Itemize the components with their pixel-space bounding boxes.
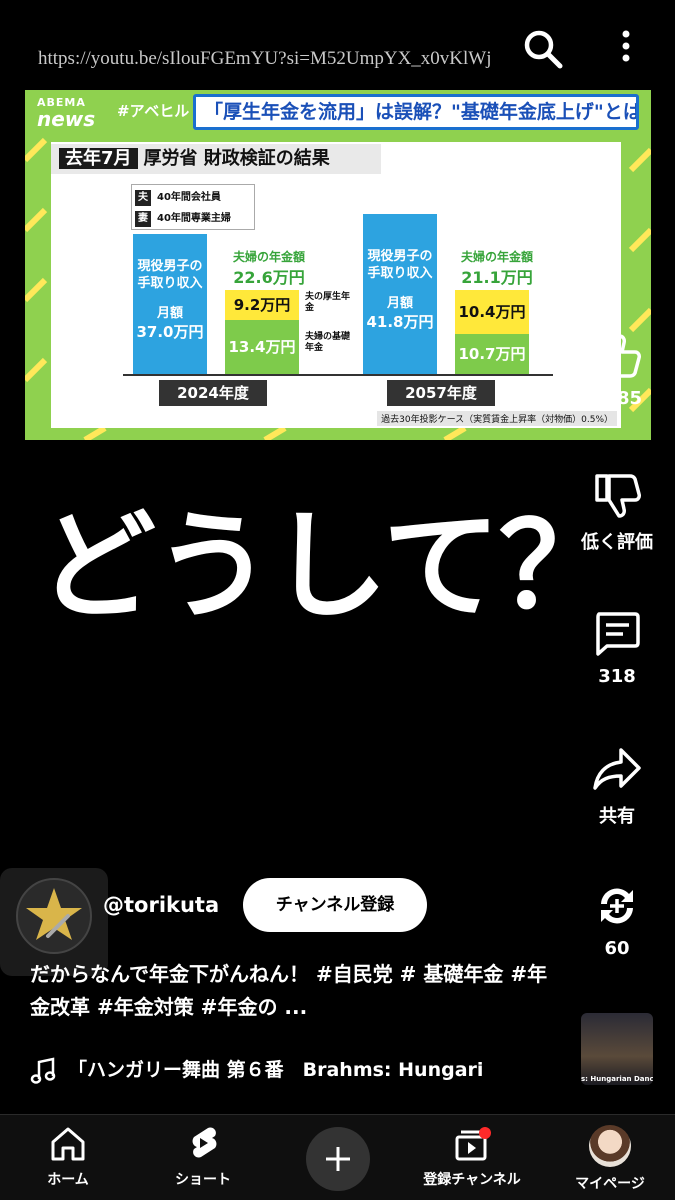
subscribe-button[interactable]: チャンネル登録 bbox=[243, 878, 427, 932]
dislike-button[interactable]: 低く評価 bbox=[572, 470, 662, 554]
more-vert-icon[interactable] bbox=[604, 26, 648, 70]
share-button[interactable]: 共有 bbox=[572, 744, 662, 828]
url-overlay: https://youtu.be/sIlouFGEmYU?si=M52UmpYX… bbox=[38, 48, 492, 69]
basic-bar-2057: 10.7万円 bbox=[455, 334, 529, 374]
music-title: 「ハンガリー舞曲 第６番 Brahms: Hungari bbox=[68, 1059, 484, 1081]
pension-label-2024: 夫婦の年金額 bbox=[232, 250, 305, 264]
remix-count: 60 bbox=[604, 938, 630, 959]
share-icon bbox=[593, 748, 641, 790]
shorts-icon bbox=[192, 1127, 217, 1158]
show-hashtag: #アベヒル bbox=[117, 102, 190, 120]
nav-mypage[interactable]: マイページ bbox=[562, 1125, 658, 1193]
income-bar-2024: 現役男子の手取り収入 月額 37.0万円 bbox=[133, 234, 207, 374]
nav-subscriptions[interactable]: 登録チャンネル bbox=[414, 1125, 530, 1189]
bottom-navigation: ホーム ショート 登録チャンネル マイページ bbox=[0, 1114, 675, 1200]
create-button[interactable] bbox=[306, 1127, 370, 1191]
year-label-2024: 2024年度 bbox=[159, 380, 267, 406]
video-frame[interactable]: ABEMA news #アベヒル 「厚生年金を流用」は誤解？"基礎年金底上げ"と… bbox=[25, 90, 651, 440]
music-note-icon bbox=[30, 1056, 56, 1084]
nav-home[interactable]: ホーム bbox=[36, 1125, 100, 1189]
nav-mypage-label: マイページ bbox=[575, 1176, 645, 1192]
nav-shorts[interactable]: ショート bbox=[166, 1125, 240, 1189]
footnote: 過去30年投影ケース（実質賃金上昇率（対物価）0.5%） bbox=[377, 411, 617, 426]
thumbs-up-icon bbox=[595, 334, 641, 378]
star-icon bbox=[26, 888, 82, 940]
pension-total-2057: 21.1万円 bbox=[461, 268, 533, 287]
panel-title: 去年7月 厚労省 財政検証の結果 bbox=[51, 144, 381, 174]
nav-home-label: ホーム bbox=[47, 1172, 89, 1188]
abema-news-logo: ABEMA news bbox=[37, 96, 96, 131]
legend-husband: 夫 40年間会社員 bbox=[135, 188, 221, 206]
income-bar-2057: 現役男子の手取り収入 月額 41.8万円 bbox=[363, 214, 437, 374]
video-headline: 「厚生年金を流用」は誤解？"基礎年金底上げ"とは bbox=[193, 94, 639, 130]
comments-button[interactable]: 318 bbox=[572, 608, 662, 687]
channel-avatar[interactable] bbox=[16, 878, 92, 954]
dislike-label: 低く評価 bbox=[581, 532, 653, 553]
thumbs-down-icon bbox=[595, 474, 641, 518]
video-description[interactable]: だからなんで年金下がんねん！ #自民党 # 基礎年金 #年金改革 #年金対策 #… bbox=[30, 958, 560, 1024]
pension-label-2057: 夫婦の年金額 bbox=[460, 250, 533, 264]
music-row[interactable]: 「ハンガリー舞曲 第６番 Brahms: Hungari bbox=[30, 1055, 560, 1085]
pension-total-2024: 22.6万円 bbox=[233, 268, 305, 287]
year-label-2057: 2057年度 bbox=[387, 380, 495, 406]
like-count: 4985 bbox=[591, 388, 643, 409]
overlay-caption: どうして？ bbox=[38, 497, 616, 635]
comment-count: 318 bbox=[598, 666, 636, 687]
like-button[interactable]: 4985 bbox=[572, 330, 662, 409]
comment-icon bbox=[596, 612, 640, 656]
home-icon bbox=[51, 1127, 85, 1161]
basic-note: 夫婦の基礎年金 bbox=[305, 332, 351, 353]
search-icon[interactable] bbox=[520, 26, 564, 70]
nav-shorts-label: ショート bbox=[175, 1172, 231, 1188]
share-label: 共有 bbox=[599, 806, 635, 827]
legend-wife: 妻 40年間専業主婦 bbox=[135, 209, 231, 227]
remix-icon bbox=[601, 888, 633, 924]
welfare-bar-2057: 10.4万円 bbox=[455, 290, 529, 334]
user-avatar bbox=[589, 1125, 631, 1167]
plus-icon bbox=[326, 1147, 350, 1171]
music-thumbnail[interactable]: s: Hungarian Dance bbox=[581, 1013, 653, 1085]
channel-handle[interactable]: @torikuta bbox=[103, 893, 219, 917]
chart-panel: 去年7月 厚労省 財政検証の結果 夫 40年間会社員 妻 40年間専業主婦 現役男子の… bbox=[51, 142, 621, 428]
subscriptions-icon bbox=[455, 1127, 491, 1161]
welfare-note: 夫の厚生年金 bbox=[305, 292, 351, 313]
nav-subscriptions-label: 登録チャンネル bbox=[423, 1172, 521, 1188]
welfare-bar-2024: 9.2万円 bbox=[225, 290, 299, 320]
basic-bar-2024: 13.4万円 bbox=[225, 320, 299, 374]
remix-button[interactable]: 60 bbox=[572, 880, 662, 959]
